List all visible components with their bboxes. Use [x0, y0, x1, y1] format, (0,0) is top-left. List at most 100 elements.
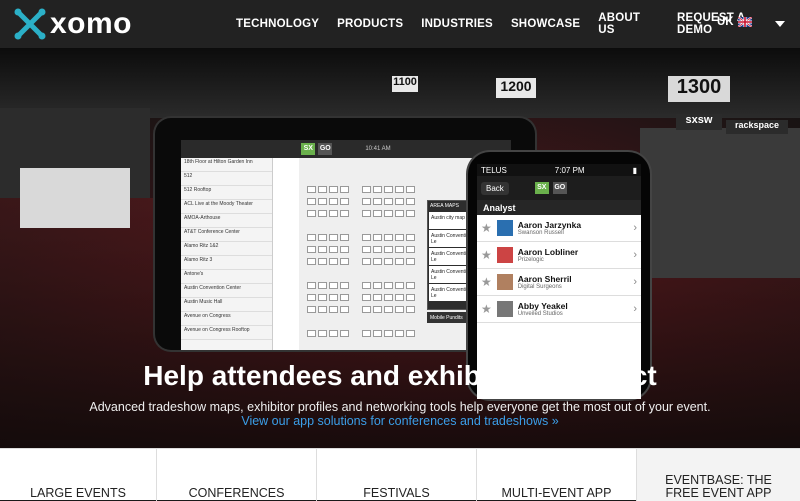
- map-booth-cell: [340, 234, 349, 241]
- nav-products[interactable]: PRODUCTS: [337, 18, 403, 30]
- venue-item[interactable]: ACL Live at the Moody Theater: [181, 200, 272, 214]
- nav-technology[interactable]: TECHNOLOGY: [236, 18, 319, 30]
- hall-sign-1300: 1300: [668, 76, 730, 102]
- brand-name: xomo: [50, 7, 133, 40]
- venue-item[interactable]: Alamo Ritz 1&2: [181, 242, 272, 256]
- star-icon[interactable]: ★: [481, 302, 492, 316]
- venue-item[interactable]: Austin Music Hall: [181, 298, 272, 312]
- map-booth-cell: [406, 258, 415, 265]
- map-booth-cell: [362, 246, 371, 253]
- map-booth-cell: [318, 234, 327, 241]
- phone-status-bar: TELUS 7:07 PM ▮: [477, 164, 641, 176]
- map-booth-cell: [373, 210, 382, 217]
- xomo-logo[interactable]: xomo: [14, 8, 132, 40]
- tab-label: EVENTBASE: THE FREE EVENT APP: [665, 473, 772, 500]
- top-navigation: xomo TECHNOLOGY PRODUCTS INDUSTRIES SHOW…: [0, 0, 800, 48]
- map-booth-cell: [395, 306, 404, 313]
- phone-app-bar: Back SX GO: [477, 176, 641, 200]
- tablet-time: 10:41 AM: [365, 146, 391, 152]
- map-booth-cell: [318, 306, 327, 313]
- map-booth-cell: [307, 210, 316, 217]
- venue-item[interactable]: Avenue on Congress Rooftop: [181, 326, 272, 340]
- map-booth-cell: [340, 186, 349, 193]
- attendee-row[interactable]: ★ Aaron Lobliner Prizelogic ›: [477, 242, 641, 269]
- map-booth-cell: [340, 198, 349, 205]
- venue-item[interactable]: 18th Floor at Hilton Garden Inn: [181, 158, 272, 172]
- map-booth-cell: [362, 234, 371, 241]
- map-booth-cell: [340, 282, 349, 289]
- map-booth-cell: [384, 198, 393, 205]
- map-booth-cell: [318, 258, 327, 265]
- attendee-row[interactable]: ★ Aaron Sherril Digital Surgeons ›: [477, 269, 641, 296]
- map-booth-cell: [373, 234, 382, 241]
- attendee-company: Prizelogic: [517, 257, 544, 263]
- map-booth-cell: [307, 258, 316, 265]
- go-logo-icon: GO: [552, 182, 567, 194]
- venue-item[interactable]: AT&T Conference Center: [181, 228, 272, 242]
- map-booth-cell: [373, 186, 382, 193]
- venue-item[interactable]: 512: [181, 172, 272, 186]
- nav-industries[interactable]: INDUSTRIES: [421, 18, 493, 30]
- tab-large-events[interactable]: LARGE EVENTS: [0, 449, 157, 501]
- map-booth-cell: [384, 282, 393, 289]
- venue-item[interactable]: AMOA-Arthouse: [181, 214, 272, 228]
- map-booth-cell: [406, 330, 415, 337]
- map-booth-cell: [384, 186, 393, 193]
- map-booth-cell: [373, 282, 382, 289]
- map-booth-cell: [307, 330, 316, 337]
- map-booth-cell: [340, 306, 349, 313]
- venue-item[interactable]: Austin Convention Center: [181, 284, 272, 298]
- tab-festivals[interactable]: FESTIVALS: [317, 449, 477, 501]
- avatar: [496, 247, 513, 263]
- sxsw-logo-icon: SX: [534, 182, 549, 194]
- locale-selector[interactable]: UK: [717, 16, 752, 28]
- venue-item[interactable]: 512 Rooftop: [181, 186, 272, 200]
- rackspace-banner: rackspace: [726, 120, 788, 134]
- attendee-name: Aaron Sherril: [517, 274, 572, 284]
- map-booth-cell: [384, 210, 393, 217]
- tab-conferences[interactable]: CONFERENCES: [157, 449, 317, 501]
- map-booth-cell: [362, 306, 371, 313]
- attendee-row[interactable]: ★ Abby Yeakel Unveiled Studios ›: [477, 296, 641, 323]
- star-icon[interactable]: ★: [481, 221, 492, 235]
- map-booth-cell: [329, 198, 338, 205]
- star-icon[interactable]: ★: [481, 275, 492, 289]
- booth-white: [20, 168, 130, 228]
- tab-multi-event-app[interactable]: MULTI-EVENT APP: [477, 449, 637, 501]
- venue-item[interactable]: Alamo Ritz 3: [181, 256, 272, 270]
- map-booth-cell: [373, 306, 382, 313]
- go-logo-icon: GO: [318, 143, 333, 155]
- nav-showcase[interactable]: SHOWCASE: [511, 18, 580, 30]
- map-booth-cell: [307, 306, 316, 313]
- chevron-right-icon: ›: [633, 276, 637, 288]
- star-icon[interactable]: ★: [481, 248, 492, 262]
- chevron-right-icon: ›: [633, 303, 637, 315]
- venue-item[interactable]: Avenue on Congress: [181, 312, 272, 326]
- solutions-link[interactable]: View our app solutions for conferences a…: [0, 414, 800, 428]
- map-booth-cell: [329, 294, 338, 301]
- map-booth-cell: [406, 210, 415, 217]
- map-booth-cell: [329, 234, 338, 241]
- map-booth-cell: [395, 294, 404, 301]
- tab-eventbase[interactable]: EVENTBASE: THE FREE EVENT APP: [637, 449, 800, 501]
- map-booth-cell: [307, 294, 316, 301]
- map-booth-cell: [384, 330, 393, 337]
- map-booth-cell: [395, 282, 404, 289]
- tab-label: FESTIVALS: [363, 486, 430, 500]
- map-booth-cell: [318, 294, 327, 301]
- chevron-down-icon[interactable]: [775, 21, 785, 27]
- map-booth-cell: [395, 234, 404, 241]
- nav-about-us[interactable]: ABOUT US: [598, 12, 659, 36]
- hero-subtitle: Advanced tradeshow maps, exhibitor profi…: [89, 400, 711, 414]
- map-booth-cell: [384, 294, 393, 301]
- map-booth-cell: [406, 246, 415, 253]
- map-booth-cell: [384, 258, 393, 265]
- venue-item[interactable]: Antone's: [181, 270, 272, 284]
- sxsw-banner: sxsw: [676, 114, 722, 130]
- main-menu: TECHNOLOGY PRODUCTS INDUSTRIES SHOWCASE …: [236, 0, 800, 48]
- map-booth-cell: [406, 186, 415, 193]
- avatar: [496, 274, 513, 290]
- map-booth-cell: [329, 330, 338, 337]
- back-button[interactable]: Back: [481, 181, 509, 195]
- attendee-row[interactable]: ★ Aaron Jarzynka Swanson Russell ›: [477, 215, 641, 242]
